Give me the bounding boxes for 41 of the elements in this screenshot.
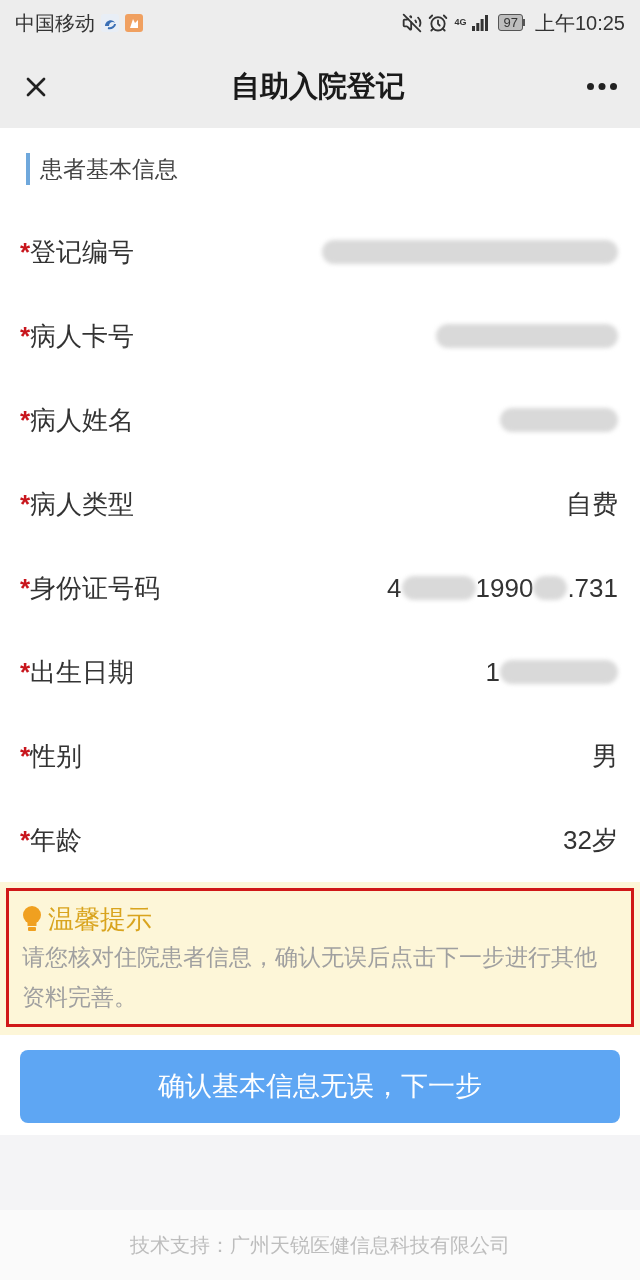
blurred-value <box>533 576 568 600</box>
field-label: 身份证号码 <box>30 572 161 605</box>
field-label: 年龄 <box>30 824 83 857</box>
footer-text: 技术支持：广州天锐医健信息科技有限公司 <box>130 1233 510 1258</box>
required-mark: * <box>20 743 31 769</box>
field-value: 4 <box>387 572 402 605</box>
page-title: 自助入院登记 <box>231 68 405 104</box>
tip-text: 请您核对住院患者信息，确认无误后点击下一步进行其他资料完善。 <box>22 943 598 1012</box>
field-value: 自费 <box>566 488 618 521</box>
field-label: 病人姓名 <box>30 404 135 437</box>
signal-icon <box>472 14 489 31</box>
tip-title: 温馨提示 <box>48 903 152 936</box>
section-title: 患者基本信息 <box>26 153 178 185</box>
field-value: 男 <box>592 740 618 773</box>
required-mark: * <box>20 659 31 685</box>
required-mark: * <box>20 827 31 853</box>
mute-icon <box>402 12 423 33</box>
field-value: 1 <box>485 656 500 689</box>
field-value: .731 <box>567 572 618 605</box>
required-mark: * <box>20 407 31 433</box>
next-step-button[interactable]: 确认基本信息无误，下一步 <box>20 1050 620 1123</box>
network-type: 4G <box>454 18 467 27</box>
app-icon <box>125 13 143 32</box>
carrier-name: 中国移动 <box>15 10 95 36</box>
field-label: 病人类型 <box>30 488 135 521</box>
required-mark: * <box>20 491 31 517</box>
battery-indicator: 97 <box>498 14 525 31</box>
field-value: 32岁 <box>563 824 618 857</box>
field-value: 1990 <box>475 572 534 605</box>
field-label: 病人卡号 <box>30 320 135 353</box>
more-icon <box>587 83 617 90</box>
required-mark: * <box>20 575 31 601</box>
field-label: 性别 <box>30 740 83 773</box>
lightbulb-icon <box>22 906 42 932</box>
required-mark: * <box>20 323 31 349</box>
alarm-clock-icon <box>428 12 449 33</box>
required-mark: * <box>20 239 31 265</box>
field-label: 出生日期 <box>30 656 135 689</box>
app-icon <box>101 13 119 32</box>
field-label: 登记编号 <box>30 236 135 269</box>
clock-time: 上午10:25 <box>534 10 625 36</box>
